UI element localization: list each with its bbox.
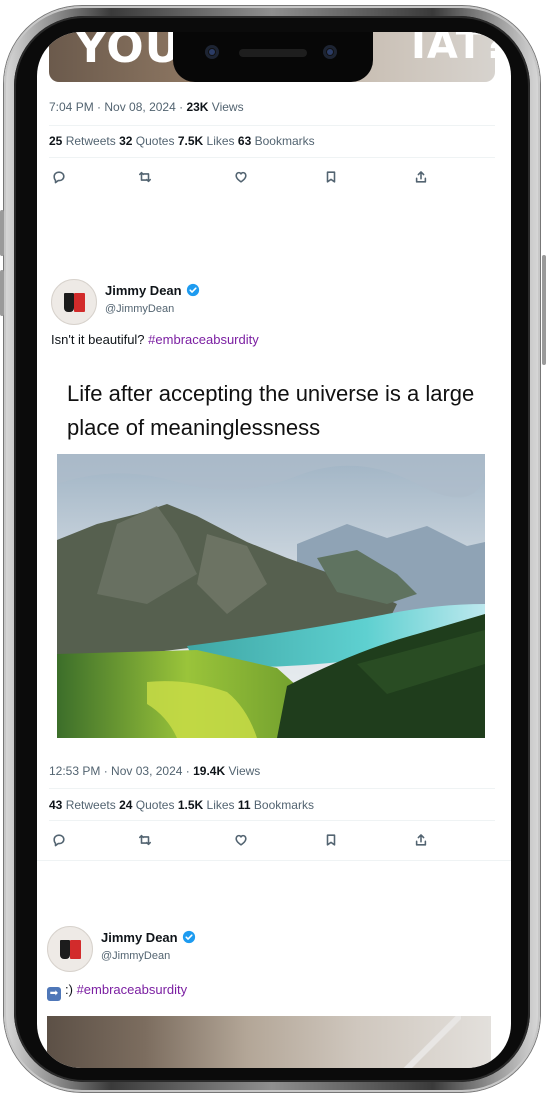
author-name[interactable]: Jimmy Dean	[105, 283, 200, 298]
divider	[49, 125, 495, 126]
verified-badge-icon	[186, 283, 199, 297]
verified-badge-icon	[182, 930, 195, 944]
bookmark-icon[interactable]	[321, 830, 341, 850]
next-author-avatar[interactable]	[47, 926, 93, 972]
like-icon[interactable]	[231, 830, 251, 850]
quotes-stat[interactable]: 24 Quotes	[119, 798, 174, 812]
tweet-text: Isn't it beautiful? #embraceabsurdity	[51, 332, 259, 347]
author-avatar[interactable]	[51, 279, 97, 325]
top-tweet-date[interactable]: Nov 08, 2024	[104, 100, 175, 114]
next-tweet-text: ➡:) #embraceabsurdity	[47, 982, 187, 1001]
top-tweet-timestamp: 7:04 PM · Nov 08, 2024 · 23K Views	[49, 100, 244, 114]
top-tweet-action-bar	[49, 167, 495, 187]
avatar-logo-boot	[60, 940, 70, 959]
bookmarks-stat[interactable]: 11 Bookmarks	[238, 798, 314, 812]
volume-down-button	[0, 270, 4, 316]
retweets-stat[interactable]: 43 Retweets	[49, 798, 116, 812]
media-detail	[401, 1016, 461, 1068]
face-sensor-icon	[323, 45, 337, 59]
divider	[49, 820, 495, 821]
top-media-text-left: YOU	[75, 32, 182, 73]
avatar-logo-red	[70, 940, 81, 959]
power-button	[542, 255, 546, 365]
author-handle[interactable]: @JimmyDean	[105, 303, 174, 315]
top-bookmarks-stat[interactable]: 63 Bookmarks	[238, 134, 315, 148]
like-icon[interactable]	[231, 167, 251, 187]
tweet-time[interactable]: 12:53 PM	[49, 764, 100, 778]
tweet-image[interactable]	[57, 454, 485, 738]
retweet-icon[interactable]	[135, 167, 155, 187]
earpiece-speaker	[239, 49, 307, 57]
reply-icon[interactable]	[49, 167, 69, 187]
divider	[49, 788, 495, 789]
share-icon[interactable]	[411, 830, 431, 850]
tweet-date[interactable]: Nov 03, 2024	[111, 764, 182, 778]
top-media-text-right: IAT?	[411, 32, 495, 68]
tweet-body: Isn't it beautiful?	[51, 332, 145, 347]
next-tweet-media[interactable]	[47, 1016, 491, 1068]
arrow-right-emoji-icon: ➡	[47, 987, 61, 1001]
hashtag-link[interactable]: #embraceabsurdity	[148, 332, 259, 347]
phone-screen: YOU IAT? 7:04 PM · Nov 08, 2024 · 23K Vi…	[37, 32, 511, 1068]
top-tweet-views-count: 23K	[186, 100, 209, 114]
top-tweet-stats: 25 Retweets 32 Quotes 7.5K Likes 63 Book…	[49, 134, 315, 148]
tweet-divider	[37, 860, 511, 861]
next-hashtag-link[interactable]: #embraceabsurdity	[77, 982, 188, 997]
likes-stat[interactable]: 1.5K Likes	[178, 798, 235, 812]
tweet-views-label: Views	[228, 764, 261, 778]
top-retweets-stat[interactable]: 25 Retweets	[49, 134, 116, 148]
reply-icon[interactable]	[49, 830, 69, 850]
tweet-stats: 43 Retweets 24 Quotes 1.5K Likes 11 Book…	[49, 798, 314, 812]
top-likes-stat[interactable]: 7.5K Likes	[178, 134, 235, 148]
tweet-timestamp: 12:53 PM · Nov 03, 2024 · 19.4K Views	[49, 764, 261, 778]
top-tweet-time[interactable]: 7:04 PM	[49, 100, 94, 114]
volume-up-button	[0, 210, 4, 256]
bookmark-icon[interactable]	[321, 167, 341, 187]
top-tweet-views-label: Views	[211, 100, 244, 114]
retweet-icon[interactable]	[135, 830, 155, 850]
divider	[49, 157, 495, 158]
front-camera-icon	[205, 45, 219, 59]
image-caption: Life after accepting the universe is a l…	[67, 381, 475, 440]
avatar-logo-boot	[64, 293, 74, 312]
avatar-logo-red	[74, 293, 85, 312]
tweet-views-count: 19.4K	[193, 764, 226, 778]
next-author-name[interactable]: Jimmy Dean	[101, 930, 196, 945]
next-tweet-body: :)	[65, 982, 73, 997]
next-author-handle[interactable]: @JimmyDean	[101, 950, 170, 962]
tweet-action-bar	[49, 830, 495, 850]
camera-notch	[173, 32, 373, 82]
top-quotes-stat[interactable]: 32 Quotes	[119, 134, 174, 148]
share-icon[interactable]	[411, 167, 431, 187]
